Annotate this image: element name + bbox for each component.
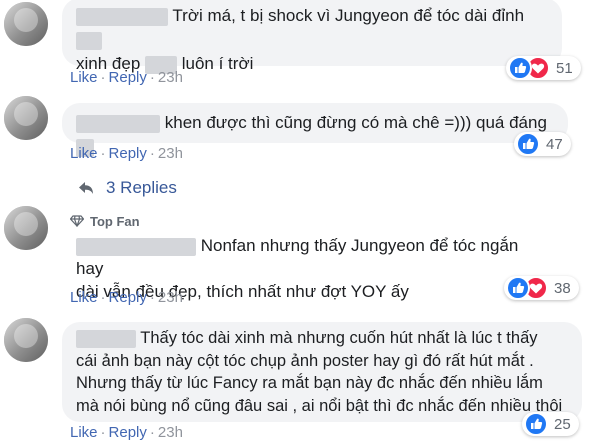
comment-text: mà nói bùng nổ cũng đâu sai , ai nổi bật… (76, 396, 563, 415)
badge-label: Top Fan (90, 214, 140, 229)
reaction-summary[interactable]: 47 (514, 132, 571, 156)
reaction-count: 51 (556, 59, 573, 77)
like-icon (516, 132, 540, 156)
comment-bubble: khen được thì cũng đừng có mà chê =))) q… (62, 103, 568, 157)
blurred-name (76, 114, 160, 133)
timestamp[interactable]: 23h (158, 145, 183, 162)
reply-button[interactable]: Reply (109, 289, 147, 306)
reaction-summary[interactable]: 38 (504, 276, 579, 300)
comment-bubble: Thấy tóc dài xinh mà nhưng cuốn hút nhất… (62, 322, 582, 422)
like-icon (506, 276, 530, 300)
comment-actions: Like · Reply · 23h (70, 289, 183, 306)
replies-count[interactable]: 3 Replies (106, 178, 177, 198)
timestamp[interactable]: 23h (158, 424, 183, 441)
comment-text: Thấy tóc dài xinh mà nhưng cuốn hút nhất… (140, 329, 538, 347)
like-button[interactable]: Like (70, 69, 98, 86)
reply-button[interactable]: Reply (109, 424, 147, 441)
reply-arrow-icon (79, 182, 93, 194)
comment-text: cái ảnh bạn này cột tóc chụp ảnh poster … (76, 351, 534, 370)
comment-text: Nhưng thấy từ lúc Fancy ra mắt bạn này đ… (76, 374, 543, 392)
blurred-name (76, 329, 136, 348)
reaction-count: 25 (554, 415, 571, 433)
avatar[interactable] (4, 2, 48, 46)
reaction-summary[interactable]: 25 (522, 412, 579, 436)
reply-button[interactable]: Reply (109, 69, 147, 86)
blurred-text (76, 31, 102, 50)
like-button[interactable]: Like (70, 424, 98, 441)
view-replies-link[interactable]: 3 Replies (78, 178, 177, 198)
comment-text: khen được thì cũng đừng có mà chê =))) q… (164, 113, 547, 132)
diamond-icon (70, 215, 84, 227)
blurred-name (76, 237, 196, 256)
avatar[interactable] (4, 96, 48, 140)
top-fan-badge: Top Fan (70, 214, 140, 230)
comment-bubble: Trời má, t bị shock vì Jungyeon để tóc d… (62, 0, 562, 74)
like-button[interactable]: Like (70, 145, 98, 162)
timestamp[interactable]: 23h (158, 69, 183, 86)
comment-bubble: Nonfan nhưng thấy Jungyeon để tóc ngắn h… (62, 230, 548, 301)
comment-text: luôn í trời (181, 54, 254, 73)
like-icon (524, 412, 548, 436)
avatar[interactable] (4, 318, 48, 362)
comment-actions: Like · Reply · 23h (70, 424, 183, 441)
reaction-count: 47 (546, 135, 563, 153)
like-icon (508, 56, 532, 80)
like-button[interactable]: Like (70, 289, 98, 306)
avatar[interactable] (4, 206, 48, 250)
comment-actions: Like · Reply · 23h (70, 145, 183, 162)
reaction-summary[interactable]: 51 (506, 56, 581, 80)
reaction-count: 38 (554, 279, 571, 297)
blurred-name (76, 7, 168, 26)
comment-actions: Like · Reply · 23h (70, 69, 183, 86)
comment-text: Trời má, t bị shock vì Jungyeon để tóc d… (172, 6, 525, 25)
reply-button[interactable]: Reply (109, 145, 147, 162)
timestamp[interactable]: 23h (158, 289, 183, 306)
